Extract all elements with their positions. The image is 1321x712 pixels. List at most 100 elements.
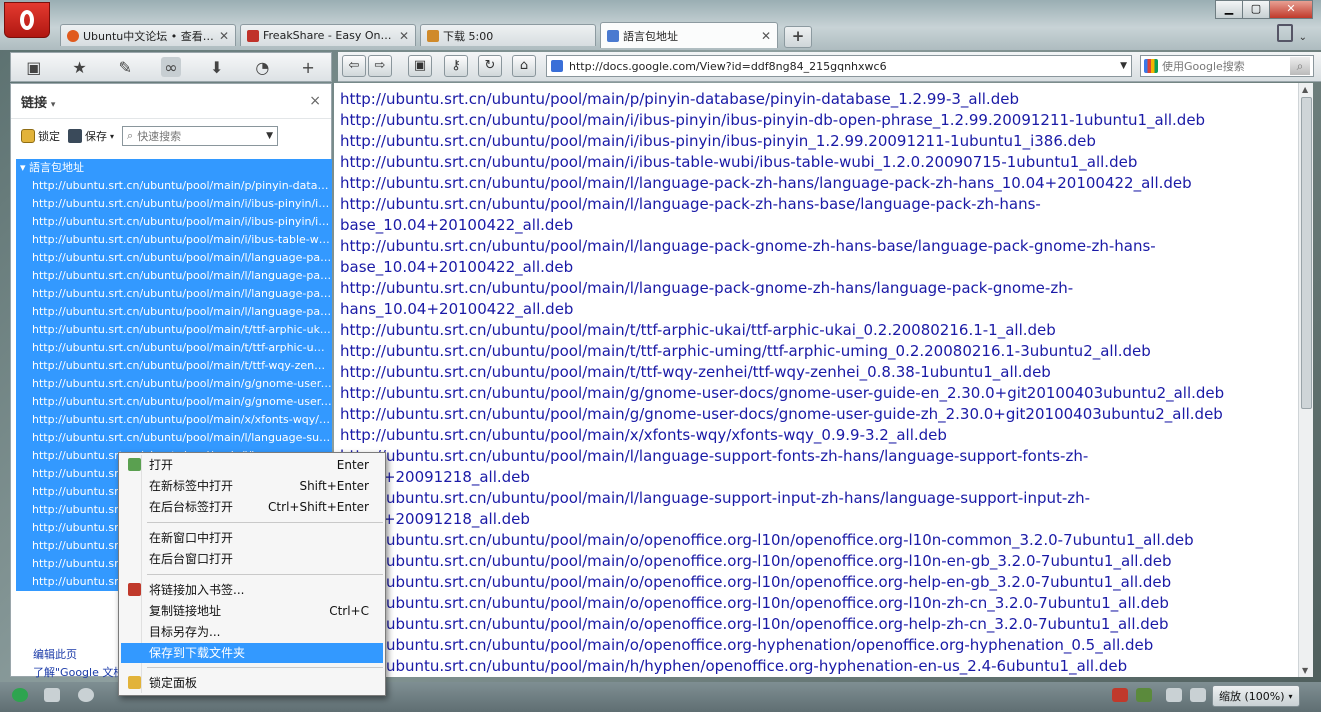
list-item[interactable]: http://ubuntu.srt.cn/ubuntu/pool/main/l/…	[16, 249, 332, 267]
list-item[interactable]: http://ubuntu.srt.cn/ubuntu/pool/main/i/…	[16, 213, 332, 231]
link-line[interactable]: http://ubuntu.srt.cn/ubuntu/pool/main/x/…	[340, 425, 1298, 446]
add-panel-icon[interactable]: +	[298, 57, 318, 77]
menu-item-open-new-tab[interactable]: 在新标签中打开 Shift+Enter	[121, 476, 383, 496]
link-line[interactable]: http://ubuntu.srt.cn/ubuntu/pool/main/t/…	[340, 362, 1298, 383]
list-item[interactable]: http://ubuntu.srt.cn/ubuntu/pool/main/x/…	[16, 411, 332, 429]
menu-item-save-as[interactable]: 目标另存为...	[121, 622, 383, 642]
list-item[interactable]: http://ubuntu.srt.cn/ubuntu/pool/main/l/…	[16, 303, 332, 321]
menu-item-save-to-downloads[interactable]: 保存到下载文件夹	[121, 643, 383, 663]
link-line[interactable]: http://ubuntu.srt.cn/ubuntu/pool/main/t/…	[340, 341, 1298, 362]
menu-item-open-new-window[interactable]: 在新窗口中打开	[121, 528, 383, 548]
link-line[interactable]: http://ubuntu.srt.cn/ubuntu/pool/main/l/…	[340, 278, 1298, 299]
view-icon[interactable]	[1166, 688, 1182, 702]
tab-language-packs[interactable]: 語言包地址 ✕	[600, 22, 778, 48]
scroll-down-icon[interactable]: ▼	[1302, 666, 1308, 675]
link-line[interactable]: http://ubuntu.srt.cn/ubuntu/pool/main/l/…	[340, 488, 1298, 509]
links-panel-icon[interactable]: ∞	[160, 57, 181, 77]
panel-search-input[interactable]: ⌕ 快速搜索 ▼	[122, 126, 279, 146]
link-line[interactable]: http://ubuntu.srt.cn/ubuntu/pool/main/o/…	[340, 551, 1298, 572]
tab-close-icon[interactable]: ✕	[399, 29, 409, 43]
bookmarks-panel-icon[interactable]: ▣	[24, 57, 44, 77]
link-line[interactable]: http://ubuntu.srt.cn/ubuntu/pool/main/i/…	[340, 110, 1298, 131]
minimize-button[interactable]: ▁	[1215, 0, 1243, 19]
link-line[interactable]: http://ubuntu.srt.cn/ubuntu/pool/main/g/…	[340, 404, 1298, 425]
maximize-button[interactable]: ▢	[1242, 0, 1270, 19]
reload-button[interactable]: ↻	[478, 55, 502, 77]
scrollbar-thumb[interactable]	[1301, 97, 1312, 409]
link-line[interactable]: http://ubuntu.srt.cn/ubuntu/pool/main/o/…	[340, 635, 1298, 656]
link-line[interactable]: hans_10.04+20100422_all.deb	[340, 299, 1298, 320]
list-item[interactable]: http://ubuntu.srt.cn/ubuntu/pool/main/t/…	[16, 357, 332, 375]
link-line[interactable]: 10.04+20091218_all.deb	[340, 467, 1298, 488]
image-toggle-icon[interactable]	[1136, 688, 1152, 702]
chevron-down-icon[interactable]: ▼	[1120, 61, 1127, 71]
list-item[interactable]: http://ubuntu.srt.cn/ubuntu/pool/main/p/…	[16, 177, 332, 195]
link-line[interactable]: http://ubuntu.srt.cn/ubuntu/pool/main/l/…	[340, 194, 1298, 215]
folder-item[interactable]: ▾ 語言包地址	[16, 159, 332, 177]
google-icon[interactable]	[1144, 59, 1158, 73]
save-button[interactable]: 保存 ▾	[68, 128, 114, 144]
link-line[interactable]: base_10.04+20100422_all.deb	[340, 257, 1298, 278]
tab-close-icon[interactable]: ✕	[761, 29, 771, 43]
scroll-up-icon[interactable]: ▲	[1302, 85, 1308, 94]
back-button[interactable]: ⇦	[342, 55, 366, 77]
zoom-control[interactable]: 缩放 (100%) ▾	[1212, 685, 1300, 707]
link-line[interactable]: http://ubuntu.srt.cn/ubuntu/pool/main/h/…	[340, 656, 1298, 677]
list-item[interactable]: http://ubuntu.srt.cn/ubuntu/pool/main/i/…	[16, 195, 332, 213]
sync-icon[interactable]	[12, 688, 28, 702]
menu-item-open-background-window[interactable]: 在后台窗口打开	[121, 549, 383, 569]
link-line[interactable]: http://ubuntu.srt.cn/ubuntu/pool/main/i/…	[340, 131, 1298, 152]
link-line[interactable]: http://ubuntu.srt.cn/ubuntu/pool/main/p/…	[340, 89, 1298, 110]
link-line[interactable]: http://ubuntu.srt.cn/ubuntu/pool/main/o/…	[340, 593, 1298, 614]
link-line[interactable]: http://ubuntu.srt.cn/ubuntu/pool/main/l/…	[340, 446, 1298, 467]
save-page-button[interactable]: ▣	[408, 55, 432, 77]
forward-button[interactable]: ⇨	[368, 55, 392, 77]
new-tab-button[interactable]: +	[784, 26, 812, 48]
address-field[interactable]: http://docs.google.com/View?id=ddf8ng84_…	[546, 55, 1132, 77]
home-button[interactable]: ⌂	[512, 55, 536, 77]
link-line[interactable]: http://ubuntu.srt.cn/ubuntu/pool/main/t/…	[340, 320, 1298, 341]
lock-button[interactable]: 锁定	[21, 128, 60, 144]
panel-close-icon[interactable]: ×	[309, 93, 321, 109]
link-line[interactable]: http://ubuntu.srt.cn/ubuntu/pool/main/i/…	[340, 152, 1298, 173]
link-line[interactable]: base_10.04+20100422_all.deb	[340, 215, 1298, 236]
list-item[interactable]: http://ubuntu.srt.cn/ubuntu/pool/main/l/…	[16, 285, 332, 303]
star-panel-icon[interactable]: ★	[70, 57, 90, 77]
vertical-scrollbar[interactable]: ▲ ▼	[1298, 83, 1313, 677]
link-line[interactable]: http://ubuntu.srt.cn/ubuntu/pool/main/o/…	[340, 614, 1298, 635]
chevron-down-icon[interactable]: ⌄	[1299, 32, 1307, 43]
list-item[interactable]: http://ubuntu.srt.cn/ubuntu/pool/main/l/…	[16, 267, 332, 285]
edit-page-link[interactable]: 编辑此页	[33, 646, 77, 662]
opera-menu-button[interactable]	[4, 2, 50, 38]
menu-item-add-bookmark[interactable]: 将链接加入书签...	[121, 580, 383, 600]
tab-freakshare[interactable]: FreakShare - Easy One-... ✕	[240, 24, 416, 46]
panel-title[interactable]: 链接 ▾	[21, 92, 55, 111]
shield-icon[interactable]	[1112, 688, 1128, 702]
chevron-down-icon[interactable]: ▼	[266, 131, 273, 141]
tab-close-icon[interactable]: ✕	[219, 29, 229, 43]
tab-ubuntu-forum[interactable]: Ubuntu中文论坛 • 查看...... ✕	[60, 24, 236, 46]
key-icon[interactable]: ⚷	[444, 55, 468, 77]
link-line[interactable]: 10.04+20091218_all.deb	[340, 509, 1298, 530]
list-item[interactable]: http://ubuntu.srt.cn/ubuntu/pool/main/g/…	[16, 375, 332, 393]
search-icon[interactable]: ⌕	[1290, 57, 1310, 75]
close-window-button[interactable]: ✕	[1269, 0, 1313, 19]
link-line[interactable]: http://ubuntu.srt.cn/ubuntu/pool/main/o/…	[340, 572, 1298, 593]
menu-item-open[interactable]: 打开 Enter	[121, 455, 383, 475]
list-item[interactable]: http://ubuntu.srt.cn/ubuntu/pool/main/l/…	[16, 429, 332, 447]
fit-width-icon[interactable]	[1190, 688, 1206, 702]
downloads-panel-icon[interactable]: ⬇	[207, 57, 227, 77]
link-line[interactable]: http://ubuntu.srt.cn/ubuntu/pool/main/l/…	[340, 173, 1298, 194]
list-item[interactable]: http://ubuntu.srt.cn/ubuntu/pool/main/g/…	[16, 393, 332, 411]
network-icon[interactable]	[44, 688, 60, 702]
trash-icon[interactable]	[1277, 24, 1293, 42]
unite-icon[interactable]	[78, 688, 94, 702]
menu-item-copy-link[interactable]: 复制链接地址 Ctrl+C	[121, 601, 383, 621]
menu-item-open-background-tab[interactable]: 在后台标签打开 Ctrl+Shift+Enter	[121, 497, 383, 517]
link-line[interactable]: http://ubuntu.srt.cn/ubuntu/pool/main/l/…	[340, 236, 1298, 257]
list-item[interactable]: http://ubuntu.srt.cn/ubuntu/pool/main/t/…	[16, 321, 332, 339]
menu-item-lock-panel[interactable]: 锁定面板	[121, 673, 383, 693]
link-line[interactable]: http://ubuntu.srt.cn/ubuntu/pool/main/o/…	[340, 530, 1298, 551]
notes-panel-icon[interactable]: ✎	[115, 57, 135, 77]
list-item[interactable]: http://ubuntu.srt.cn/ubuntu/pool/main/t/…	[16, 339, 332, 357]
